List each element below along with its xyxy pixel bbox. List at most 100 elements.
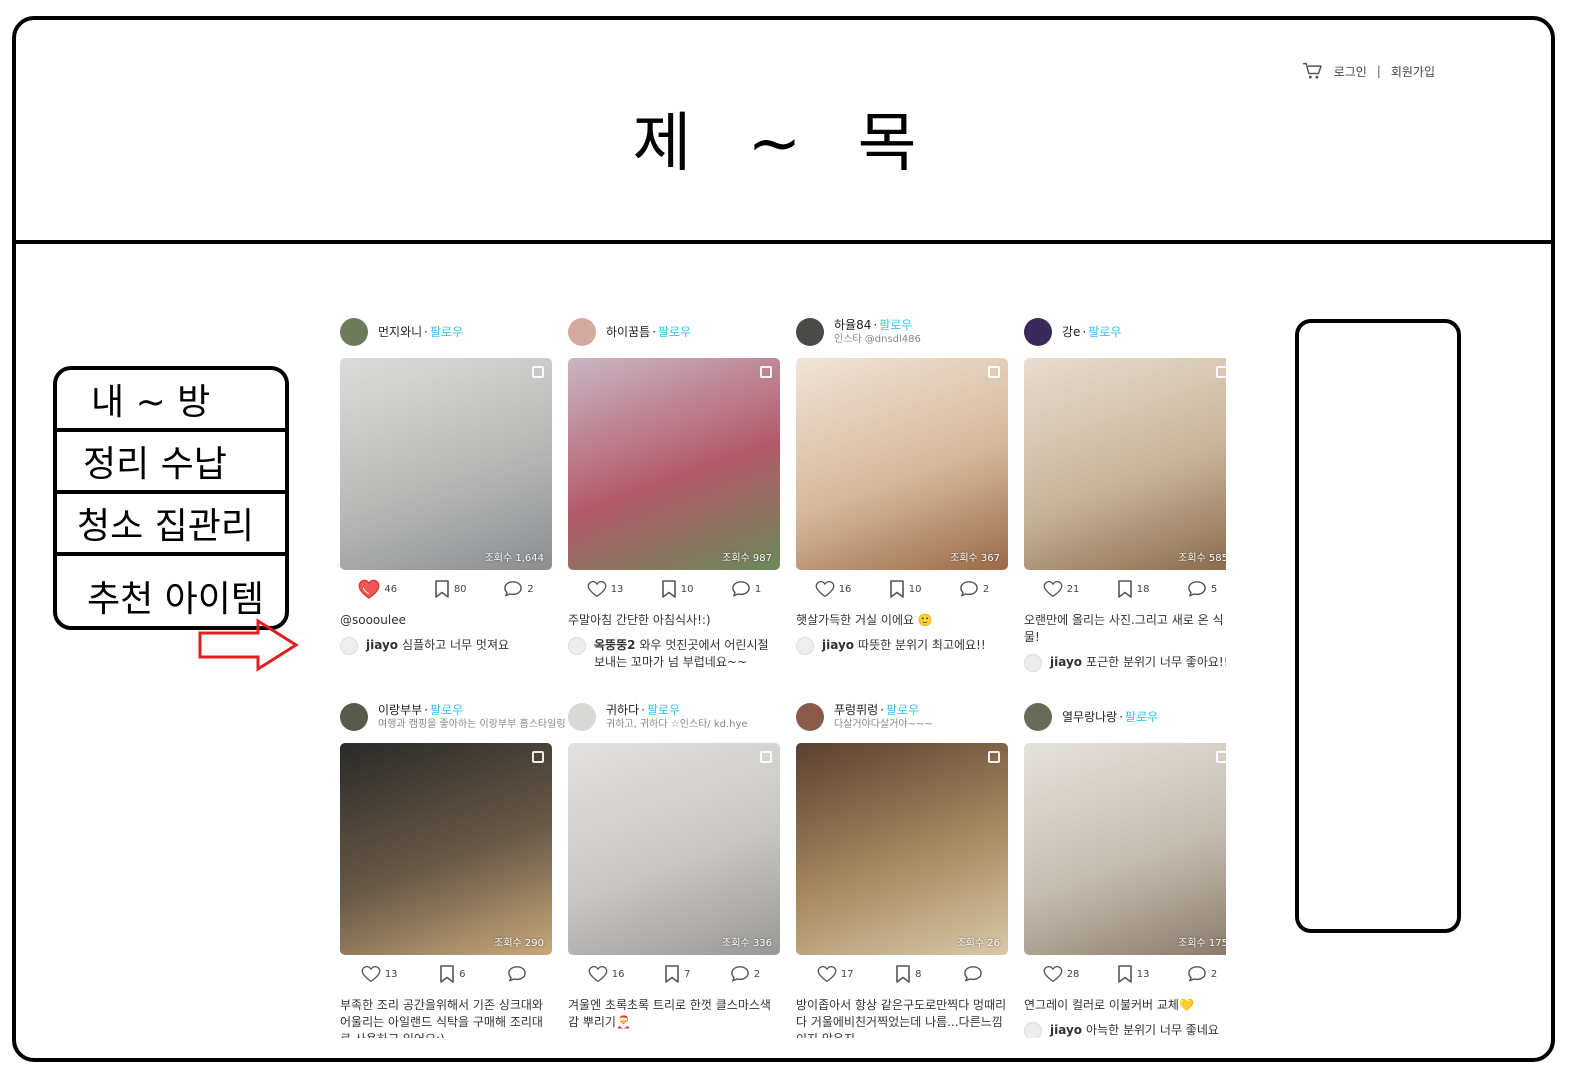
card-photo[interactable]: 조회수 367 bbox=[796, 358, 1008, 570]
top-nav: 로그인 | 회원가입 bbox=[1302, 62, 1435, 80]
user-name[interactable]: 하율84 bbox=[834, 318, 871, 332]
user-info: 열무랑나랑 · 팔로우 bbox=[1062, 710, 1158, 725]
feed-card: 귀하다 · 팔로우 귀하고, 귀하다 ☆인스타/ kd.hye 조회수 336 16… bbox=[568, 701, 780, 1038]
scrap-button[interactable]: 10 bbox=[889, 580, 922, 598]
card-photo[interactable]: 조회수 336 bbox=[568, 743, 780, 955]
scrap-count: 10 bbox=[680, 583, 694, 595]
like-button[interactable]: 21 bbox=[1043, 580, 1079, 598]
comment-button[interactable] bbox=[963, 965, 987, 983]
follow-button[interactable]: 팔로우 bbox=[1125, 710, 1158, 724]
user-name[interactable]: 푸렁퓌렁 bbox=[834, 703, 878, 717]
user-avatar[interactable] bbox=[568, 703, 596, 731]
follow-button[interactable]: 팔로우 bbox=[879, 318, 912, 332]
feed-card: 강e · 팔로우 조회수 585 21 18 5 오랜만에 올리는 사진.그리고 새… bbox=[1024, 316, 1226, 672]
card-description: @soooulee bbox=[340, 613, 406, 627]
card-photo[interactable]: 조회수 987 bbox=[568, 358, 780, 570]
signup-link[interactable]: 회원가입 bbox=[1391, 63, 1435, 80]
card-photo[interactable]: 조회수 290 bbox=[340, 743, 552, 955]
comment-button[interactable]: 2 bbox=[1187, 965, 1217, 983]
follow-button[interactable]: 팔로우 bbox=[1088, 325, 1121, 339]
header-divider bbox=[16, 240, 1551, 244]
like-button[interactable]: 13 bbox=[361, 965, 398, 983]
comment-button[interactable]: 1 bbox=[731, 580, 761, 598]
like-button[interactable]: 16 bbox=[588, 965, 624, 983]
comment-button[interactable]: 5 bbox=[1187, 580, 1217, 598]
user-info: 하율84 · 팔로우 인스타 @dnsdl486 bbox=[834, 318, 921, 347]
scrap-count: 10 bbox=[908, 583, 922, 595]
user-info: 강e · 팔로우 bbox=[1062, 325, 1121, 340]
follow-button[interactable]: 팔로우 bbox=[658, 325, 691, 339]
user-info: 하이꿈틈 · 팔로우 bbox=[606, 325, 691, 340]
follow-button[interactable]: 팔로우 bbox=[886, 703, 919, 717]
like-button[interactable]: 16 bbox=[815, 580, 851, 598]
card-photo[interactable]: 조회수 26 bbox=[796, 743, 1008, 955]
bookmark-icon bbox=[664, 965, 680, 983]
login-link[interactable]: 로그인 bbox=[1334, 63, 1367, 80]
card-photo[interactable]: 조회수 585 bbox=[1024, 358, 1226, 570]
user-name[interactable]: 먼지와니 bbox=[378, 325, 422, 339]
user-avatar[interactable] bbox=[568, 318, 596, 346]
comment-text: 아늑한 분위기 너무 좋네요 bbox=[1086, 1023, 1219, 1037]
commenter-name[interactable]: jiayo bbox=[1050, 655, 1082, 669]
comment-button[interactable]: 2 bbox=[959, 580, 989, 598]
like-button[interactable]: 13 bbox=[587, 580, 623, 598]
scrap-button[interactable]: 6 bbox=[439, 965, 466, 983]
card-comment: jiayo 심플하고 너무 멋져요 bbox=[340, 637, 552, 655]
scrap-button[interactable]: 10 bbox=[661, 580, 694, 598]
side-menu-item-cleaning[interactable]: 청소 집관리 bbox=[57, 494, 285, 556]
side-menu-item-my-room[interactable]: 내 ~ 방 bbox=[57, 370, 285, 432]
user-name[interactable]: 열무랑나랑 bbox=[1062, 710, 1117, 724]
user-name[interactable]: 강e bbox=[1062, 325, 1080, 339]
comment-text: 포근한 분위기 너무 좋아요!! bbox=[1086, 655, 1226, 669]
scrap-count: 7 bbox=[683, 968, 691, 980]
scrap-button[interactable]: 8 bbox=[895, 965, 922, 983]
scrap-button[interactable]: 7 bbox=[664, 965, 690, 983]
side-menu-item-storage[interactable]: 정리 수납 bbox=[57, 432, 285, 494]
scrap-button[interactable]: 80 bbox=[434, 580, 467, 598]
comment-button[interactable] bbox=[507, 965, 531, 983]
card-header: 강e · 팔로우 bbox=[1024, 316, 1226, 348]
user-avatar[interactable] bbox=[340, 318, 368, 346]
comment-button[interactable]: 2 bbox=[503, 580, 534, 598]
card-photo[interactable]: 조회수 1,644 bbox=[340, 358, 552, 570]
multi-image-icon bbox=[760, 751, 772, 763]
commenter-name[interactable]: jiayo bbox=[822, 638, 854, 652]
user-avatar[interactable] bbox=[796, 318, 824, 346]
follow-button[interactable]: 팔로우 bbox=[430, 703, 463, 717]
cart-icon[interactable] bbox=[1302, 62, 1322, 80]
comment-button[interactable]: 2 bbox=[730, 965, 760, 983]
follow-button[interactable]: 팔로우 bbox=[430, 325, 463, 339]
commenter-avatar bbox=[568, 637, 586, 655]
user-avatar[interactable] bbox=[796, 703, 824, 731]
scrap-button[interactable]: 13 bbox=[1117, 965, 1150, 983]
like-button[interactable]: 46 bbox=[358, 579, 397, 599]
view-count: 조회수 367 bbox=[950, 553, 1000, 564]
commenter-name[interactable]: jiayo bbox=[1050, 1023, 1082, 1037]
comment-icon bbox=[959, 580, 979, 598]
user-avatar[interactable] bbox=[340, 703, 368, 731]
user-name[interactable]: 귀하다 bbox=[606, 703, 639, 717]
card-photo[interactable]: 조회수 175 bbox=[1024, 743, 1226, 955]
card-description: 겨울엔 초록초록 트리로 한껏 클스마스색감 뿌리기🎅 bbox=[568, 998, 771, 1029]
heart-icon bbox=[815, 580, 835, 598]
commenter-name[interactable]: jiayo bbox=[366, 638, 398, 652]
user-bio: 여행과 캠핑을 좋아하는 이랑부부 홈스타일링 bbox=[378, 718, 566, 730]
like-button[interactable]: 17 bbox=[817, 965, 854, 983]
comment-icon bbox=[730, 965, 750, 983]
commenter-name[interactable]: 옥뚱뚱2 bbox=[594, 638, 635, 652]
user-avatar[interactable] bbox=[1024, 318, 1052, 346]
like-button[interactable]: 28 bbox=[1043, 965, 1079, 983]
multi-image-icon bbox=[988, 751, 1000, 763]
comment-text: 심플하고 너무 멋져요 bbox=[402, 638, 510, 652]
scrap-count: 13 bbox=[1136, 968, 1150, 980]
comment-count: 2 bbox=[1210, 968, 1218, 980]
user-name[interactable]: 이랑부부 bbox=[378, 703, 422, 717]
user-name[interactable]: 하이꿈틈 bbox=[606, 325, 650, 339]
follow-button[interactable]: 팔로우 bbox=[647, 703, 680, 717]
multi-image-icon bbox=[1216, 366, 1226, 378]
view-count: 조회수 585 bbox=[1178, 553, 1226, 564]
bookmark-icon bbox=[1117, 580, 1133, 598]
user-avatar[interactable] bbox=[1024, 703, 1052, 731]
scrap-button[interactable]: 18 bbox=[1117, 580, 1150, 598]
feed-card: 푸렁퓌렁 · 팔로우 다살거야다살거야~~~ 조회수 26 17 8 방이좁아서 항… bbox=[796, 701, 1008, 1038]
